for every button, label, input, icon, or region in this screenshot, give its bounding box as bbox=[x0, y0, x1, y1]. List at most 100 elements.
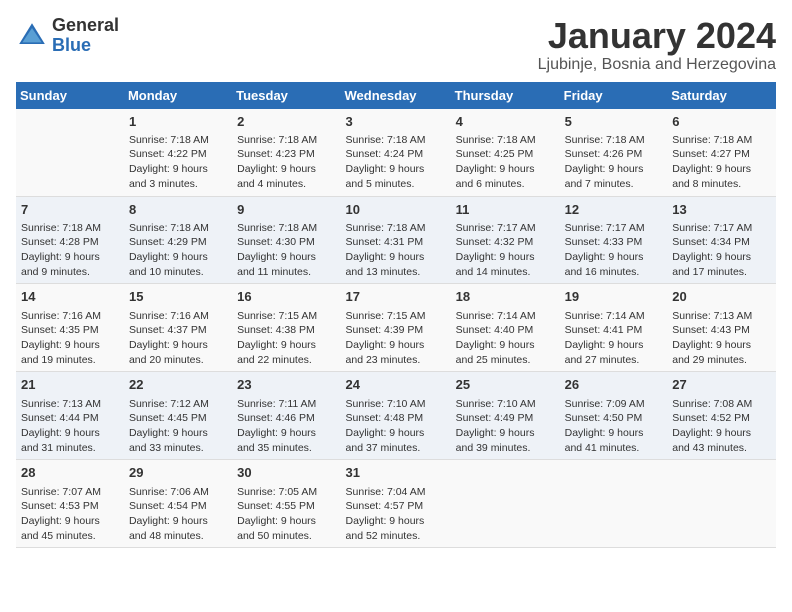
logo-icon bbox=[16, 20, 48, 52]
cell-content-line: and 43 minutes. bbox=[672, 441, 771, 456]
header-friday: Friday bbox=[560, 82, 668, 109]
calendar-cell-w5-d6 bbox=[667, 460, 776, 548]
cell-content-line: Sunrise: 7:14 AM bbox=[565, 309, 663, 324]
cell-content-line: Sunset: 4:52 PM bbox=[672, 411, 771, 426]
cell-content-line: Daylight: 9 hours bbox=[129, 338, 227, 353]
cell-content-line: and 11 minutes. bbox=[237, 265, 335, 280]
cell-content-line: Sunset: 4:22 PM bbox=[129, 147, 227, 162]
day-number: 12 bbox=[565, 201, 663, 219]
calendar-cell-w2-d5: 12 Sunrise: 7:17 AMSunset: 4:33 PMDayligh… bbox=[560, 196, 668, 284]
cell-content-line: Daylight: 9 hours bbox=[129, 162, 227, 177]
calendar-cell-w4-d2: 23Sunrise: 7:11 AMSunset: 4:46 PMDayligh… bbox=[232, 372, 340, 460]
cell-content-line: Sunset: 4:34 PM bbox=[672, 235, 771, 250]
location-subtitle: Ljubinje, Bosnia and Herzegovina bbox=[538, 56, 776, 74]
cell-content-line: Sunrise: 7:18 AM bbox=[237, 133, 335, 148]
cell-content-line: Sunset: 4:26 PM bbox=[565, 147, 663, 162]
cell-content-line: Sunset: 4:24 PM bbox=[346, 147, 446, 162]
day-number: 13 bbox=[672, 201, 771, 219]
cell-content-line: Daylight: 9 hours bbox=[21, 514, 119, 529]
cell-content-line: Sunset: 4:35 PM bbox=[21, 323, 119, 338]
title-block: January 2024 Ljubinje, Bosnia and Herzeg… bbox=[538, 16, 776, 74]
cell-content-line: Sunset: 4:23 PM bbox=[237, 147, 335, 162]
day-number: 24 bbox=[346, 376, 446, 394]
cell-content-line: Sunrise: 7:17 AM bbox=[565, 221, 663, 236]
cell-content-line: Sunrise: 7:13 AM bbox=[672, 309, 771, 324]
cell-content-line: Daylight: 9 hours bbox=[237, 250, 335, 265]
cell-content-line: Daylight: 9 hours bbox=[237, 162, 335, 177]
day-number: 6 bbox=[672, 113, 771, 131]
day-number: 19 bbox=[565, 288, 663, 306]
cell-content-line: and 45 minutes. bbox=[21, 529, 119, 544]
day-number: 11 bbox=[456, 201, 555, 219]
day-number: 27 bbox=[672, 376, 771, 394]
cell-content-line: Sunset: 4:30 PM bbox=[237, 235, 335, 250]
cell-content-line: Daylight: 9 hours bbox=[456, 162, 555, 177]
day-number: 4 bbox=[456, 113, 555, 131]
header-wednesday: Wednesday bbox=[341, 82, 451, 109]
day-number: 20 bbox=[672, 288, 771, 306]
cell-content-line: Sunrise: 7:16 AM bbox=[129, 309, 227, 324]
calendar-cell-w4-d5: 26Sunrise: 7:09 AMSunset: 4:50 PMDayligh… bbox=[560, 372, 668, 460]
calendar-cell-w2-d2: 9Sunrise: 7:18 AMSunset: 4:30 PMDaylight… bbox=[232, 196, 340, 284]
cell-content-line: Sunrise: 7:15 AM bbox=[346, 309, 446, 324]
day-number: 1 bbox=[129, 113, 227, 131]
cell-content-line: and 48 minutes. bbox=[129, 529, 227, 544]
calendar-cell-w5-d2: 30Sunrise: 7:05 AMSunset: 4:55 PMDayligh… bbox=[232, 460, 340, 548]
day-number: 23 bbox=[237, 376, 335, 394]
cell-content-line: and 52 minutes. bbox=[346, 529, 446, 544]
cell-content-line: and 37 minutes. bbox=[346, 441, 446, 456]
cell-content-line: Sunset: 4:29 PM bbox=[129, 235, 227, 250]
cell-content-line: and 39 minutes. bbox=[456, 441, 555, 456]
cell-content-line: Daylight: 9 hours bbox=[237, 426, 335, 441]
day-number: 17 bbox=[346, 288, 446, 306]
cell-content-line: Sunset: 4:44 PM bbox=[21, 411, 119, 426]
week-row-2: 7Sunrise: 7:18 AMSunset: 4:28 PMDaylight… bbox=[16, 196, 776, 284]
cell-content-line: Sunrise: 7:15 AM bbox=[237, 309, 335, 324]
day-number: 21 bbox=[21, 376, 119, 394]
calendar-cell-w1-d3: 3Sunrise: 7:18 AMSunset: 4:24 PMDaylight… bbox=[341, 109, 451, 196]
day-number: 15 bbox=[129, 288, 227, 306]
cell-content-line: Daylight: 9 hours bbox=[565, 250, 663, 265]
cell-content-line: and 9 minutes. bbox=[21, 265, 119, 280]
cell-content-line: and 31 minutes. bbox=[21, 441, 119, 456]
cell-content-line: Daylight: 9 hours bbox=[237, 338, 335, 353]
cell-content-line: and 6 minutes. bbox=[456, 177, 555, 192]
cell-content-line: Sunset: 4:33 PM bbox=[565, 235, 663, 250]
cell-content-line: and 8 minutes. bbox=[672, 177, 771, 192]
calendar-cell-w5-d3: 31Sunrise: 7:04 AMSunset: 4:57 PMDayligh… bbox=[341, 460, 451, 548]
cell-content-line: Daylight: 9 hours bbox=[21, 426, 119, 441]
cell-content-line: and 16 minutes. bbox=[565, 265, 663, 280]
calendar-cell-w1-d0 bbox=[16, 109, 124, 196]
cell-content-line: Sunrise: 7:18 AM bbox=[346, 221, 446, 236]
day-number: 2 bbox=[237, 113, 335, 131]
calendar-cell-w3-d0: 14Sunrise: 7:16 AMSunset: 4:35 PMDayligh… bbox=[16, 284, 124, 372]
day-number: 30 bbox=[237, 464, 335, 482]
day-number: 8 bbox=[129, 201, 227, 219]
cell-content-line: Sunset: 4:55 PM bbox=[237, 499, 335, 514]
week-row-1: 1Sunrise: 7:18 AMSunset: 4:22 PMDaylight… bbox=[16, 109, 776, 196]
calendar-cell-w5-d4 bbox=[451, 460, 560, 548]
calendar-cell-w1-d2: 2 Sunrise: 7:18 AMSunset: 4:23 PMDaylight… bbox=[232, 109, 340, 196]
cell-content-line: Sunset: 4:25 PM bbox=[456, 147, 555, 162]
cell-content-line: Sunrise: 7:05 AM bbox=[237, 485, 335, 500]
cell-content-line: Sunset: 4:38 PM bbox=[237, 323, 335, 338]
cell-content-line: and 33 minutes. bbox=[129, 441, 227, 456]
day-number: 16 bbox=[237, 288, 335, 306]
calendar-cell-w3-d4: 18Sunrise: 7:14 AMSunset: 4:40 PMDayligh… bbox=[451, 284, 560, 372]
day-number: 10 bbox=[346, 201, 446, 219]
day-number: 5 bbox=[565, 113, 663, 131]
cell-content-line: Sunrise: 7:09 AM bbox=[565, 397, 663, 412]
cell-content-line: and 17 minutes. bbox=[672, 265, 771, 280]
cell-content-line: Sunset: 4:43 PM bbox=[672, 323, 771, 338]
cell-content-line: Sunrise: 7:18 AM bbox=[456, 133, 555, 148]
calendar-cell-w2-d0: 7Sunrise: 7:18 AMSunset: 4:28 PMDaylight… bbox=[16, 196, 124, 284]
calendar-cell-w3-d3: 17Sunrise: 7:15 AMSunset: 4:39 PMDayligh… bbox=[341, 284, 451, 372]
cell-content-line: Sunrise: 7:16 AM bbox=[21, 309, 119, 324]
calendar-cell-w5-d5 bbox=[560, 460, 668, 548]
day-number: 25 bbox=[456, 376, 555, 394]
day-number: 7 bbox=[21, 201, 119, 219]
cell-content-line: Daylight: 9 hours bbox=[346, 426, 446, 441]
cell-content-line: Sunrise: 7:18 AM bbox=[21, 221, 119, 236]
cell-content-line: and 14 minutes. bbox=[456, 265, 555, 280]
cell-content-line: Daylight: 9 hours bbox=[346, 250, 446, 265]
